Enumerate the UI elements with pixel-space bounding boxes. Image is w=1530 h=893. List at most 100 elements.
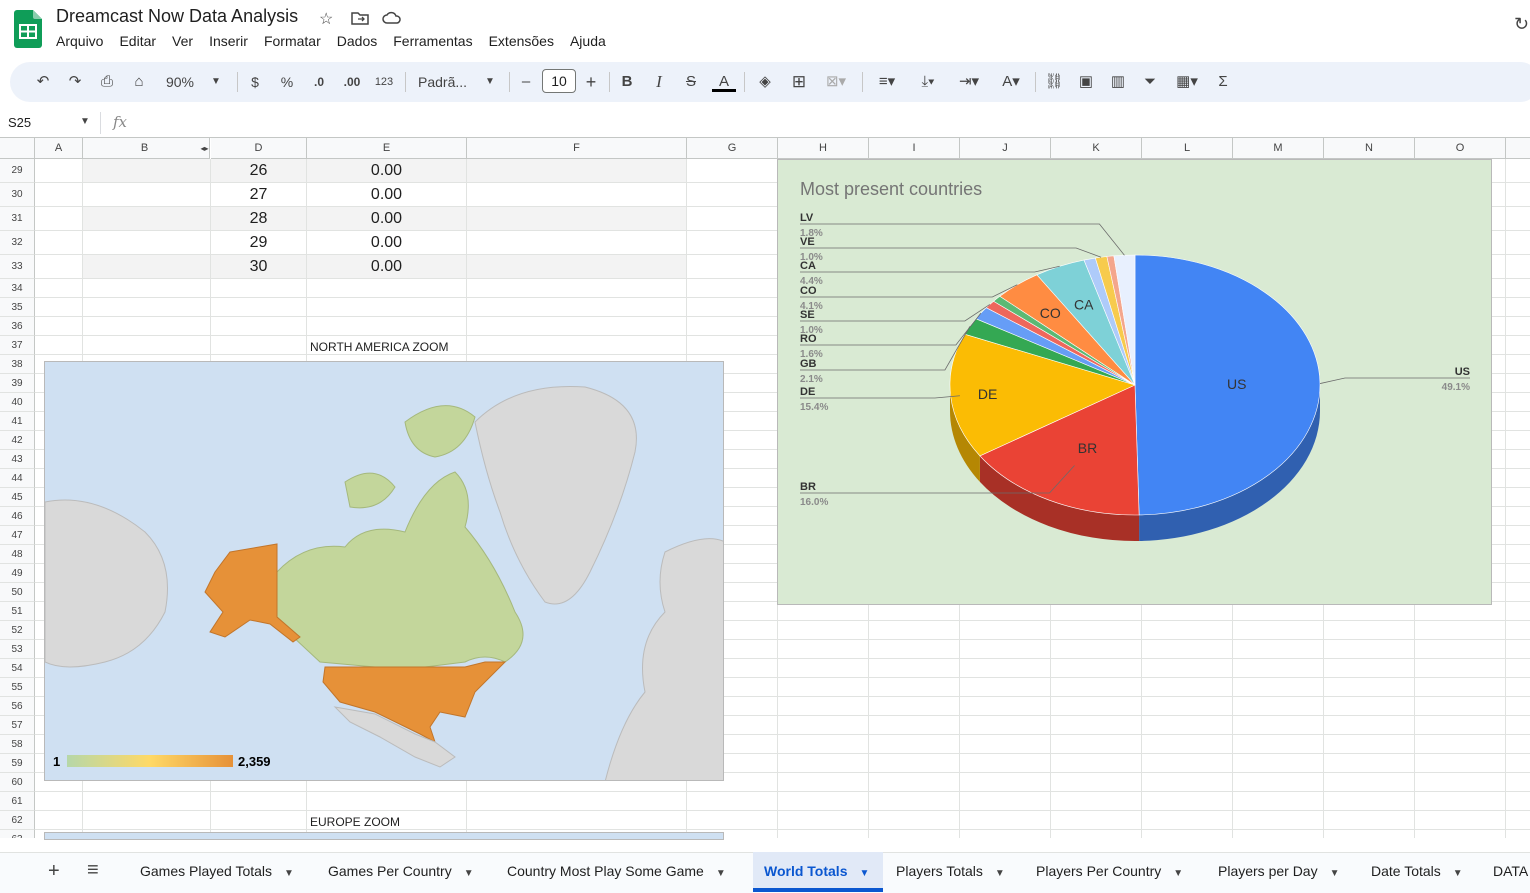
row-header[interactable]: 37 (0, 336, 35, 355)
column-header-i[interactable]: I (869, 138, 960, 159)
column-header-e[interactable]: E (307, 138, 467, 159)
sheet-tab-data[interactable]: DATA (1493, 852, 1528, 890)
row-header[interactable]: 45 (0, 488, 35, 507)
menu-ferramentas[interactable]: Ferramentas (393, 33, 480, 49)
tab-caret-icon[interactable]: ▼ (464, 868, 474, 879)
cell-d31[interactable]: 28 (211, 210, 306, 228)
tab-caret-icon[interactable]: ▼ (284, 868, 294, 879)
most-present-countries-pie-chart[interactable]: Most present countries US BR DE CO CA US 49.1%… (777, 159, 1492, 605)
sheet-tab-players-per-country[interactable]: Players Per Country ▼ (1036, 852, 1183, 890)
name-box-caret-icon[interactable]: ▼ (80, 116, 90, 127)
increase-font-size-button[interactable]: + (581, 70, 601, 94)
row-header[interactable]: 59 (0, 754, 35, 773)
north-america-zoom-label[interactable]: NORTH AMERICA ZOOM (310, 340, 448, 354)
move-folder-icon[interactable] (351, 11, 369, 25)
currency-format-button[interactable]: $ (246, 70, 264, 94)
font-size-input[interactable]: 10 (542, 69, 576, 93)
europe-geo-chart[interactable] (44, 832, 724, 840)
sheet-tab-world-totals[interactable]: World Totals ▼ (764, 852, 869, 890)
insert-link-icon[interactable]: ⛓ (1043, 70, 1065, 94)
row-header[interactable]: 55 (0, 678, 35, 697)
column-header-b[interactable]: B (83, 138, 207, 159)
filter-views-icon[interactable]: ▦▾ (1170, 70, 1204, 94)
column-header-h[interactable]: H (778, 138, 869, 159)
italic-button[interactable]: I (649, 70, 669, 94)
percent-format-button[interactable]: % (277, 70, 297, 94)
tab-caret-icon[interactable]: ▼ (1173, 868, 1183, 879)
row-header[interactable]: 47 (0, 526, 35, 545)
menu-dados[interactable]: Dados (337, 33, 385, 49)
sheet-tab-games-played-totals[interactable]: Games Played Totals ▼ (140, 852, 294, 890)
row-header[interactable]: 52 (0, 621, 35, 640)
cell-d33[interactable]: 30 (211, 258, 306, 276)
row-header[interactable]: 38 (0, 355, 35, 374)
menu-editar[interactable]: Editar (119, 33, 164, 49)
redo-icon[interactable]: ↷ (65, 70, 85, 94)
row-header[interactable]: 63 (0, 830, 35, 838)
column-header-f[interactable]: F (467, 138, 687, 159)
sheet-tab-players-per-day[interactable]: Players per Day ▼ (1218, 852, 1340, 890)
north-america-geo-chart[interactable]: 1 2,359 (44, 361, 724, 781)
zoom-caret-icon[interactable]: ▼ (208, 70, 224, 94)
tab-caret-icon[interactable]: ▼ (859, 868, 869, 879)
row-header[interactable]: 57 (0, 716, 35, 735)
text-rotation-icon[interactable]: A▾ (995, 70, 1027, 94)
row-header[interactable]: 41 (0, 412, 35, 431)
row-header[interactable]: 36 (0, 317, 35, 336)
document-title[interactable]: Dreamcast Now Data Analysis (56, 6, 298, 27)
add-sheet-button[interactable]: + (48, 860, 60, 883)
select-all-corner[interactable] (0, 138, 35, 159)
row-header[interactable]: 54 (0, 659, 35, 678)
vertical-align-icon[interactable]: ⤓▾ (912, 70, 944, 94)
menu-ajuda[interactable]: Ajuda (570, 33, 614, 49)
name-box[interactable]: S25 (8, 115, 31, 130)
row-header[interactable]: 43 (0, 450, 35, 469)
cell-e32[interactable]: 0.00 (307, 234, 466, 252)
star-icon[interactable]: ☆ (319, 9, 333, 29)
increase-decimal-button[interactable]: .00 (339, 70, 365, 94)
row-header[interactable]: 56 (0, 697, 35, 716)
tab-caret-icon[interactable]: ▼ (995, 868, 1005, 879)
filter-icon[interactable]: ⏷ (1139, 70, 1161, 94)
row-header[interactable]: 62 (0, 811, 35, 830)
menu-extensoes[interactable]: Extensões (489, 33, 562, 49)
merge-cells-icon[interactable]: ⊠▾ (821, 70, 851, 94)
insert-comment-icon[interactable]: ▣ (1075, 70, 1097, 94)
horizontal-align-icon[interactable]: ≡▾ (871, 70, 903, 94)
sheet-tab-players-totals[interactable]: Players Totals ▼ (896, 852, 1005, 890)
menu-arquivo[interactable]: Arquivo (56, 33, 111, 49)
borders-icon[interactable]: ⊞ (788, 70, 810, 94)
decrease-font-size-button[interactable]: – (517, 70, 535, 94)
row-header[interactable]: 46 (0, 507, 35, 526)
row-header[interactable]: 61 (0, 792, 35, 811)
column-header-n[interactable]: N (1324, 138, 1415, 159)
cell-e29[interactable]: 0.00 (307, 162, 466, 180)
row-header[interactable]: 49 (0, 564, 35, 583)
font-caret-icon[interactable]: ▼ (482, 70, 498, 94)
tab-caret-icon[interactable]: ▼ (1330, 868, 1340, 879)
text-color-button[interactable]: A (712, 70, 736, 94)
cell-e33[interactable]: 0.00 (307, 258, 466, 276)
row-header[interactable]: 44 (0, 469, 35, 488)
menu-formatar[interactable]: Formatar (264, 33, 329, 49)
row-header[interactable]: 39 (0, 374, 35, 393)
sheets-logo-icon[interactable] (14, 10, 42, 48)
column-header-j[interactable]: J (960, 138, 1051, 159)
history-icon[interactable]: ↻ (1514, 14, 1529, 35)
column-header-d[interactable]: D (211, 138, 307, 159)
row-header[interactable]: 53 (0, 640, 35, 659)
zoom-select[interactable]: 90% (160, 70, 200, 94)
column-header-p[interactable] (1506, 138, 1530, 159)
column-header-l[interactable]: L (1142, 138, 1233, 159)
row-header[interactable]: 33 (0, 255, 35, 279)
cell-e30[interactable]: 0.00 (307, 186, 466, 204)
row-header[interactable]: 51 (0, 602, 35, 621)
decrease-decimal-button[interactable]: .0 (308, 70, 330, 94)
sheet-tab-country-most-play[interactable]: Country Most Play Some Game ▼ (507, 852, 726, 890)
strikethrough-button[interactable]: S (681, 70, 701, 94)
text-wrap-icon[interactable]: ⇥▾ (953, 70, 985, 94)
row-header[interactable]: 60 (0, 773, 35, 792)
all-sheets-button[interactable]: ≡ (87, 859, 99, 882)
cell-d30[interactable]: 27 (211, 186, 306, 204)
sheet-tab-date-totals[interactable]: Date Totals ▼ (1371, 852, 1463, 890)
